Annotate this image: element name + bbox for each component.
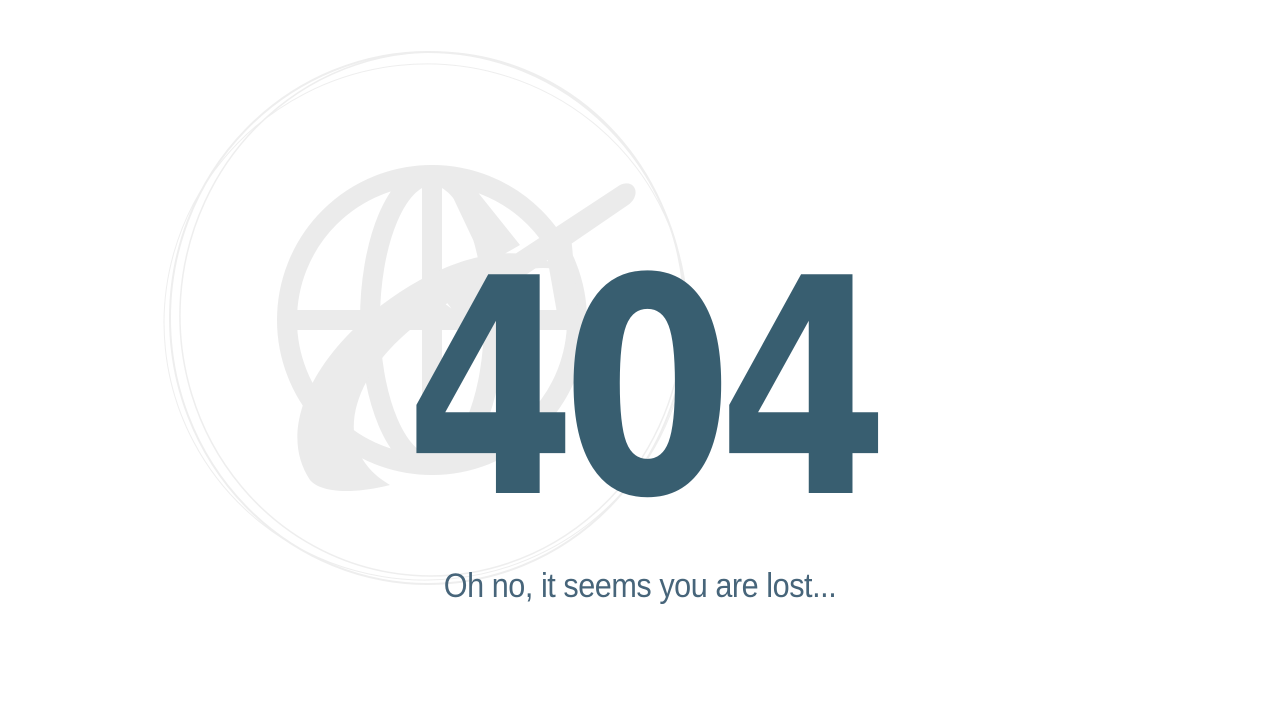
error-message: Oh no, it seems you are lost... (443, 567, 837, 605)
not-found-page: 404 Oh no, it seems you are lost... (0, 0, 1280, 720)
error-code: 404 (405, 215, 889, 564)
